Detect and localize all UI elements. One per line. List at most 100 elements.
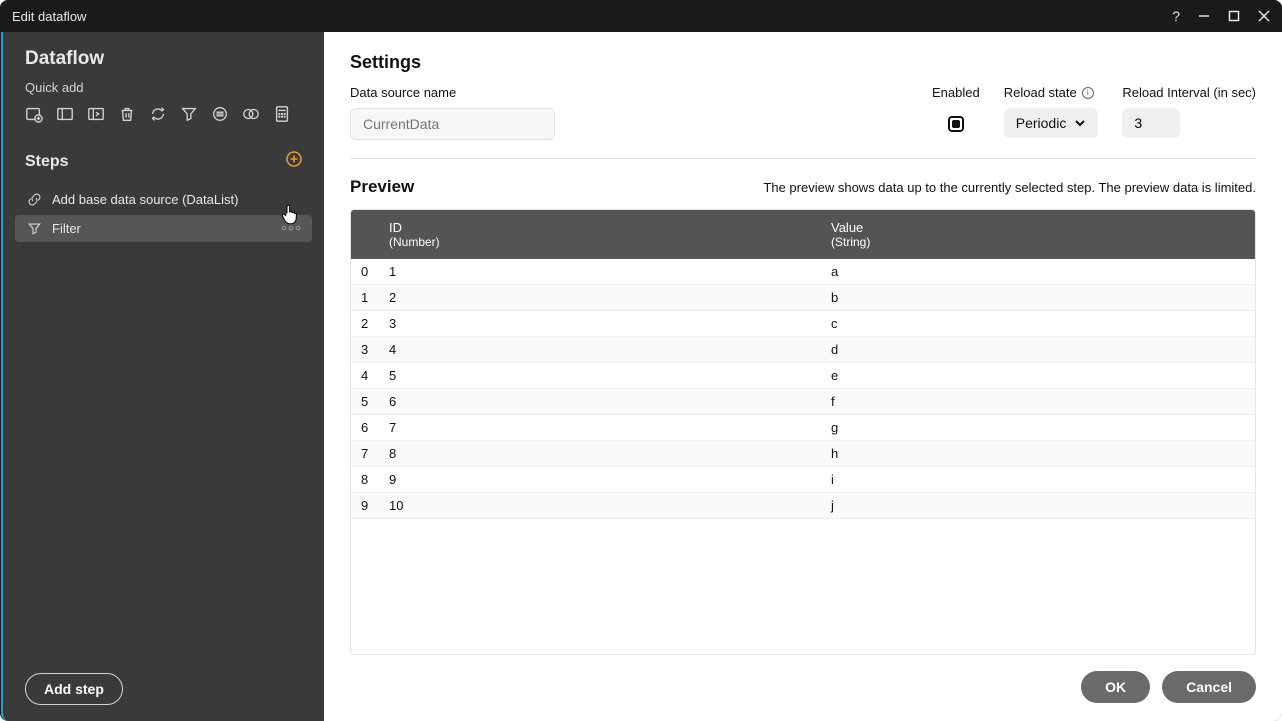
step-item-base-data-source[interactable]: Add base data source (DataList) (15, 186, 312, 213)
add-step-button[interactable]: Add step (25, 673, 123, 705)
cell-value: d (821, 337, 1255, 363)
quick-add-toolbar (25, 105, 302, 123)
cell-value: c (821, 311, 1255, 337)
row-index: 8 (351, 467, 379, 493)
reload-state-value: Periodic (1016, 115, 1067, 131)
row-index: 6 (351, 415, 379, 441)
column-name: Value (831, 220, 1245, 235)
enabled-col: Enabled (932, 85, 980, 140)
data-source-name-label: Data source name (350, 85, 908, 100)
panel-left-icon[interactable] (56, 105, 74, 123)
column-type: (String) (831, 235, 1245, 249)
preview-note: The preview shows data up to the current… (763, 180, 1256, 195)
column-name: ID (389, 220, 811, 235)
reload-state-select[interactable]: Periodic (1004, 108, 1099, 138)
settings-row: Data source name Enabled Reload state i … (350, 85, 1256, 159)
cell-value: g (821, 415, 1255, 441)
row-index: 0 (351, 259, 379, 285)
enabled-checkbox[interactable] (948, 116, 964, 132)
cell-value: i (821, 467, 1255, 493)
reload-interval-label: Reload Interval (in sec) (1122, 85, 1256, 100)
refresh-icon[interactable] (149, 105, 167, 123)
sidebar-title: Dataflow (25, 48, 302, 70)
preview-header: Preview The preview shows data up to the… (350, 177, 1256, 197)
preview-table-wrap: ID (Number) Value (String) 01a12b23c34d4… (350, 209, 1256, 655)
steps-label: Steps (25, 153, 69, 171)
cell-value: f (821, 389, 1255, 415)
step-item-filter[interactable]: Filter ○○○ (15, 215, 312, 242)
column-header-value[interactable]: Value (String) (821, 210, 1255, 259)
data-source-name-col: Data source name (350, 85, 908, 140)
trash-icon[interactable] (118, 105, 136, 123)
cell-id: 4 (379, 337, 821, 363)
cell-value: a (821, 259, 1255, 285)
cell-id: 5 (379, 363, 821, 389)
cell-id: 6 (379, 389, 821, 415)
cell-value: h (821, 441, 1255, 467)
chevron-down-icon (1074, 117, 1086, 129)
titlebar: Edit dataflow ? (0, 0, 1282, 32)
reload-state-col: Reload state i Periodic (1004, 85, 1099, 138)
info-icon[interactable]: i (1082, 87, 1094, 99)
step-label: Add base data source (DataList) (52, 192, 302, 207)
ok-button[interactable]: OK (1081, 671, 1150, 703)
panel-arrow-icon[interactable] (87, 105, 105, 123)
table-row[interactable]: 23c (351, 311, 1255, 337)
minimize-icon[interactable] (1198, 10, 1210, 22)
step-label: Filter (52, 221, 271, 236)
reload-interval-input[interactable] (1122, 108, 1180, 138)
filter-icon (27, 221, 42, 236)
column-type: (Number) (389, 235, 811, 249)
reload-interval-col: Reload Interval (in sec) (1122, 85, 1256, 138)
cell-id: 3 (379, 311, 821, 337)
calculator-icon[interactable] (273, 105, 291, 123)
cell-value: b (821, 285, 1255, 311)
table-row[interactable]: 45e (351, 363, 1255, 389)
window-controls: ? (1172, 8, 1270, 24)
cancel-button[interactable]: Cancel (1162, 671, 1256, 703)
table-row[interactable]: 89i (351, 467, 1255, 493)
cell-id: 1 (379, 259, 821, 285)
cell-id: 2 (379, 285, 821, 311)
steps-header: Steps (25, 151, 302, 172)
enabled-label: Enabled (932, 85, 980, 100)
help-icon[interactable]: ? (1172, 8, 1180, 24)
table-row[interactable]: 12b (351, 285, 1255, 311)
table-row[interactable]: 34d (351, 337, 1255, 363)
sidebar: Dataflow Quick add Steps (1, 32, 324, 721)
link-icon (27, 192, 42, 207)
table-row[interactable]: 67g (351, 415, 1255, 441)
table-row[interactable]: 910j (351, 493, 1255, 519)
add-step-icon[interactable] (286, 151, 302, 172)
maximize-icon[interactable] (1228, 10, 1240, 22)
table-row[interactable]: 78h (351, 441, 1255, 467)
row-index: 4 (351, 363, 379, 389)
cell-value: e (821, 363, 1255, 389)
row-index: 1 (351, 285, 379, 311)
table-row[interactable]: 01a (351, 259, 1255, 285)
cell-id: 8 (379, 441, 821, 467)
data-source-icon[interactable] (25, 105, 43, 123)
cell-id: 7 (379, 415, 821, 441)
cell-id: 9 (379, 467, 821, 493)
list-icon[interactable] (211, 105, 229, 123)
window-title: Edit dataflow (12, 9, 1172, 24)
merge-icon[interactable] (242, 105, 260, 123)
preview-table: ID (Number) Value (String) 01a12b23c34d4… (351, 210, 1255, 519)
close-icon[interactable] (1258, 10, 1270, 22)
filter-icon[interactable] (180, 105, 198, 123)
row-index: 5 (351, 389, 379, 415)
cell-id: 10 (379, 493, 821, 519)
column-header-id[interactable]: ID (Number) (379, 210, 821, 259)
quick-add-label: Quick add (25, 80, 302, 95)
dialog-buttons: OK Cancel (350, 671, 1256, 703)
data-source-name-input[interactable] (350, 108, 555, 140)
preview-title: Preview (350, 177, 414, 197)
row-index: 2 (351, 311, 379, 337)
more-icon[interactable]: ○○○ (281, 223, 302, 234)
edit-dataflow-window: Edit dataflow ? Dataflow Quick add (0, 0, 1282, 721)
index-header (351, 210, 379, 259)
row-index: 7 (351, 441, 379, 467)
table-row[interactable]: 56f (351, 389, 1255, 415)
steps-list: Add base data source (DataList) Filter ○… (25, 186, 302, 242)
